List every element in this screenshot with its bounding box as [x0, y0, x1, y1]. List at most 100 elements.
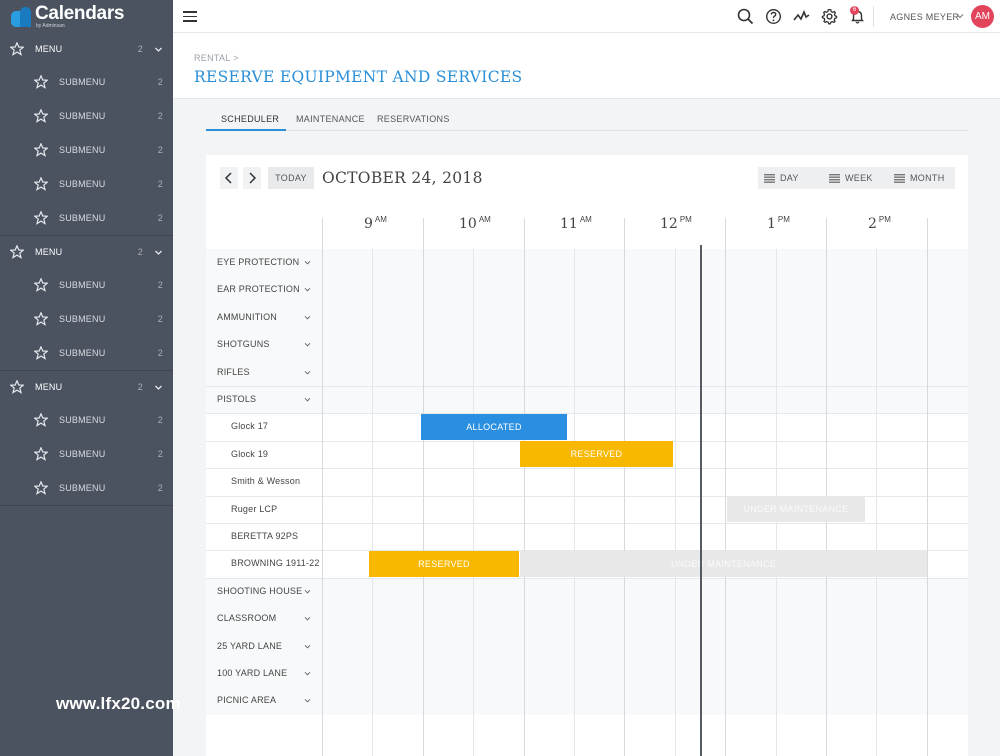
sidebar-submenu-item[interactable]: SUBMENU 2 [0, 99, 173, 133]
resource-category-label[interactable]: 25 YARD LANE [217, 633, 282, 660]
resource-row [206, 331, 968, 359]
half-hour-grid-line [876, 249, 877, 756]
hour-ampm: AM [579, 215, 592, 224]
view-day-button[interactable]: DAY [764, 167, 799, 189]
hour-grid-line [826, 218, 827, 756]
sidebar-submenu-item[interactable]: SUBMENU 2 [0, 167, 173, 201]
page-header: RENTAL > RESERVE EQUIPMENT AND SERVICES [173, 33, 1000, 99]
user-name[interactable]: AGNES MEYER [890, 12, 959, 22]
submenu-label: SUBMENU [59, 179, 106, 189]
event-maint[interactable]: UNDER MAINTENANCE [520, 551, 927, 577]
expand-chevron-down-icon[interactable] [304, 286, 311, 293]
view-week-button[interactable]: WEEK [829, 167, 873, 189]
hour-label: 11 AM [560, 215, 592, 232]
current-time-indicator [700, 245, 702, 756]
resource-category-label[interactable]: SHOTGUNS [217, 331, 270, 358]
submenu-count: 2 [157, 77, 163, 87]
star-icon [10, 42, 24, 56]
sidebar-submenu-item[interactable]: SUBMENU 2 [0, 437, 173, 471]
menu-count: 2 [137, 382, 143, 392]
submenu-count: 2 [157, 179, 163, 189]
resource-category-label[interactable]: CLASSROOM [217, 605, 276, 632]
tab-reservations[interactable]: RESERVATIONS [377, 114, 450, 124]
expand-chevron-down-icon[interactable] [304, 588, 311, 595]
expand-chevron-down-icon[interactable] [304, 643, 311, 650]
submenu-label: SUBMENU [59, 483, 106, 493]
sidebar-submenu-item[interactable]: SUBMENU 2 [0, 336, 173, 370]
resource-row [206, 577, 968, 606]
star-icon [34, 312, 48, 326]
menu-count: 2 [137, 247, 143, 257]
event-allocated[interactable]: ALLOCATED [421, 414, 567, 440]
expand-chevron-down-icon[interactable] [304, 259, 311, 266]
resource-category-label[interactable]: 100 YARD LANE [217, 660, 287, 687]
search-icon[interactable] [737, 8, 754, 25]
view-month-button[interactable]: MONTH [894, 167, 945, 189]
sidebar-menu-item[interactable]: MENU 2 [0, 236, 173, 268]
help-icon[interactable] [765, 8, 782, 25]
app-logo[interactable]: Calendars by Adminsan [0, 0, 173, 33]
event-reserved[interactable]: RESERVED [520, 441, 673, 467]
hour-label: 9 AM [364, 215, 387, 232]
event-reserved[interactable]: RESERVED [369, 551, 519, 577]
row-divider [206, 523, 968, 524]
resource-category-label[interactable]: AMMUNITION [217, 304, 277, 331]
user-avatar[interactable]: AM [971, 5, 994, 28]
resource-category-label[interactable]: EAR PROTECTION [217, 276, 300, 303]
event-maint[interactable]: UNDER MAINTENANCE [727, 496, 865, 522]
star-icon [10, 245, 24, 259]
resource-row [206, 386, 968, 414]
breadcrumb[interactable]: RENTAL > [194, 53, 239, 63]
today-button[interactable]: TODAY [268, 167, 314, 189]
submenu-label: SUBMENU [59, 111, 106, 121]
submenu-count: 2 [157, 111, 163, 121]
sidebar-submenu-item[interactable]: SUBMENU 2 [0, 133, 173, 167]
resource-category-label[interactable]: PICNIC AREA [217, 687, 276, 714]
expand-chevron-down-icon[interactable] [304, 341, 311, 348]
sidebar: Calendars by Adminsan MENU 2 SUBMENU 2 SUBME… [0, 0, 173, 756]
resource-item-label: BROWNING 1911-22 [231, 558, 320, 569]
page-title: RESERVE EQUIPMENT AND SERVICES [194, 68, 523, 86]
half-hour-grid-line [473, 249, 474, 756]
resource-category-label[interactable]: RIFLES [217, 359, 250, 386]
hour-number: 2 [868, 216, 877, 232]
expand-chevron-down-icon[interactable] [304, 314, 311, 321]
sidebar-submenu-item[interactable]: SUBMENU 2 [0, 403, 173, 437]
chevron-down-icon [155, 47, 162, 52]
hamburger-menu-icon[interactable] [183, 11, 197, 22]
expand-chevron-down-icon[interactable] [304, 615, 311, 622]
hour-ampm: PM [777, 215, 790, 224]
expand-chevron-down-icon[interactable] [304, 396, 311, 403]
chevron-down-icon [155, 250, 162, 255]
tab-maintenance[interactable]: MAINTENANCE [296, 114, 365, 124]
expand-chevron-down-icon[interactable] [304, 369, 311, 376]
calendars-logo-icon [11, 6, 31, 28]
tab-scheduler[interactable]: SCHEDULER [221, 114, 279, 124]
expand-chevron-down-icon[interactable] [304, 697, 311, 704]
resource-category-label[interactable]: PISTOLS [217, 386, 256, 413]
next-day-button[interactable] [243, 167, 261, 189]
settings-gear-icon[interactable] [821, 8, 838, 25]
resource-category-label[interactable]: SHOOTING HOUSE [217, 578, 302, 605]
chevron-right-icon [249, 172, 257, 184]
sidebar-menu-item[interactable]: MENU 2 [0, 371, 173, 403]
hour-number: 9 [364, 216, 373, 232]
resource-category-label[interactable]: EYE PROTECTION [217, 249, 299, 276]
submenu-count: 2 [157, 415, 163, 425]
sidebar-submenu-item[interactable]: SUBMENU 2 [0, 268, 173, 302]
row-divider [206, 577, 968, 579]
resource-row [206, 468, 968, 495]
expand-chevron-down-icon[interactable] [304, 670, 311, 677]
sidebar-submenu-item[interactable]: SUBMENU 2 [0, 471, 173, 505]
submenu-count: 2 [157, 449, 163, 459]
resource-row [206, 660, 968, 688]
sidebar-submenu-item[interactable]: SUBMENU 2 [0, 201, 173, 235]
resource-item-label: Glock 19 [231, 448, 269, 459]
sidebar-menu-item[interactable]: MENU 2 [0, 33, 173, 65]
sidebar-submenu-item[interactable]: SUBMENU 2 [0, 65, 173, 99]
hour-grid-line [423, 218, 424, 756]
user-menu-chevron-down-icon[interactable] [956, 12, 964, 20]
previous-day-button[interactable] [220, 167, 238, 189]
activity-icon[interactable] [793, 8, 810, 25]
sidebar-submenu-item[interactable]: SUBMENU 2 [0, 302, 173, 336]
